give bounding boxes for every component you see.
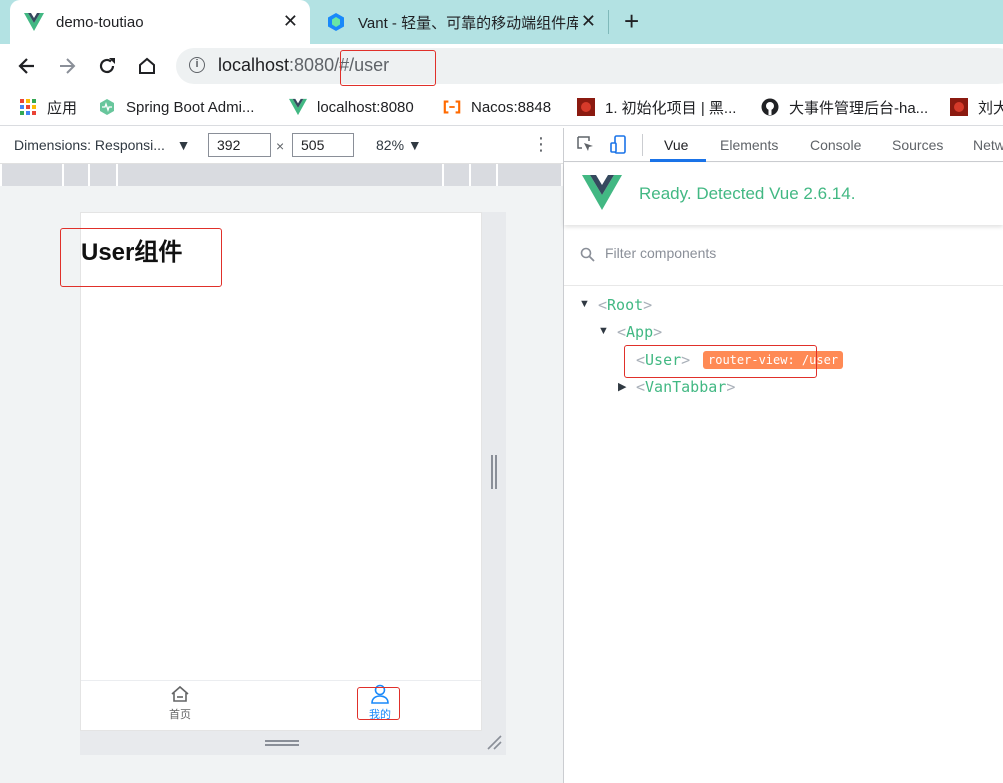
tree-node-vantabbar[interactable]: <VanTabbar> bbox=[636, 378, 735, 396]
inspect-element-icon[interactable] bbox=[576, 135, 596, 155]
tab-title: Vant - 轻量、可靠的移动端组件库 bbox=[358, 14, 578, 32]
bookmark-label: Spring Boot Admi... bbox=[126, 98, 255, 116]
close-tab-icon[interactable]: ✕ bbox=[283, 12, 298, 30]
devtools-divider bbox=[642, 134, 643, 156]
annotation-highlight-url bbox=[340, 50, 436, 86]
bookmark-label: 1. 初始化项目 | 黑... bbox=[605, 99, 737, 117]
bookmark-label: localhost:8080 bbox=[317, 98, 414, 116]
forward-button[interactable] bbox=[54, 53, 80, 79]
back-button[interactable] bbox=[14, 53, 40, 79]
van-tabbar bbox=[81, 680, 481, 730]
home-icon bbox=[139, 57, 155, 74]
bookmark-label: Nacos:8848 bbox=[471, 98, 552, 116]
devtools-tab-sources[interactable]: Sources bbox=[892, 137, 943, 153]
device-width-input[interactable]: 392 bbox=[208, 133, 271, 157]
active-tab-indicator bbox=[650, 159, 706, 162]
home-button[interactable] bbox=[134, 53, 160, 79]
tabbar-label: 首页 bbox=[169, 709, 191, 721]
tree-node-root[interactable]: <Root> bbox=[598, 296, 652, 314]
device-frame bbox=[80, 212, 482, 731]
vue-logo-icon bbox=[289, 98, 307, 116]
resize-corner-icon[interactable] bbox=[486, 734, 502, 750]
apps-grid-icon bbox=[20, 99, 36, 115]
vue-logo-icon bbox=[582, 175, 622, 210]
zoom-select[interactable]: 82% ▼ bbox=[376, 137, 422, 153]
reload-icon bbox=[99, 58, 115, 74]
bookmark-liu[interactable]: 刘大 bbox=[950, 96, 1003, 118]
nacos-icon bbox=[443, 100, 461, 114]
bookmark-label: 大事件管理后台-ha... bbox=[789, 99, 929, 117]
reload-button[interactable] bbox=[94, 53, 120, 79]
bookmark-label: 刘大 bbox=[978, 99, 1003, 117]
devtools-tab-console[interactable]: Console bbox=[810, 137, 861, 153]
resize-handle-right[interactable] bbox=[491, 455, 497, 489]
vant-logo-icon bbox=[328, 13, 344, 31]
collapse-caret-icon[interactable]: ▶ bbox=[618, 380, 626, 393]
arrow-right-icon bbox=[60, 58, 76, 74]
device-height-input[interactable]: 505 bbox=[292, 133, 354, 157]
dimension-times: × bbox=[276, 138, 285, 154]
tree-node-app[interactable]: <App> bbox=[617, 323, 662, 341]
devtools-tab-network[interactable]: Netw bbox=[973, 137, 1003, 153]
spring-boot-admin-icon bbox=[100, 99, 114, 115]
heima-icon bbox=[577, 98, 595, 116]
vue-logo-icon bbox=[24, 13, 44, 31]
device-toggle-icon[interactable] bbox=[609, 135, 629, 155]
search-icon bbox=[580, 247, 595, 262]
more-options-icon[interactable]: ⋮ bbox=[532, 135, 550, 153]
bookmark-apps[interactable]: 应用 bbox=[19, 96, 77, 118]
home-icon bbox=[171, 685, 189, 702]
bookmark-spring-boot-admin[interactable]: Spring Boot Admi... bbox=[98, 96, 254, 118]
bookmark-label: 应用 bbox=[47, 99, 78, 117]
dimensions-select[interactable]: Dimensions: Responsi... ▼ bbox=[14, 137, 190, 153]
resize-handle-bottom[interactable] bbox=[265, 740, 299, 746]
bookmark-localhost[interactable]: localhost:8080 bbox=[289, 96, 414, 118]
arrow-left-icon bbox=[18, 58, 34, 74]
annotation-highlight-user-node bbox=[624, 345, 817, 378]
devtools-tab-vue[interactable]: Vue bbox=[664, 137, 688, 153]
tab-separator bbox=[608, 10, 609, 34]
close-tab-icon[interactable]: ✕ bbox=[581, 12, 596, 30]
expand-caret-icon[interactable]: ▼ bbox=[598, 325, 609, 337]
media-query-ruler[interactable] bbox=[2, 164, 561, 186]
vue-ready-text: Ready. Detected Vue 2.6.14. bbox=[639, 184, 856, 203]
site-info-icon[interactable]: i bbox=[189, 57, 205, 73]
bookmark-big-event[interactable]: 大事件管理后台-ha... bbox=[761, 96, 928, 118]
browser-tab-inactive[interactable]: Vant - 轻量、可靠的移动端组件库 ✕ bbox=[318, 0, 608, 44]
tab-title: demo-toutiao bbox=[56, 13, 144, 31]
heima-icon bbox=[950, 98, 968, 116]
devtools-tab-elements[interactable]: Elements bbox=[720, 137, 778, 153]
annotation-highlight-tab bbox=[357, 687, 400, 720]
new-tab-button[interactable]: + bbox=[624, 8, 639, 34]
bookmark-nacos[interactable]: Nacos:8848 bbox=[443, 96, 551, 118]
expand-caret-icon[interactable]: ▼ bbox=[579, 298, 590, 310]
annotation-highlight-title bbox=[60, 228, 222, 287]
devtools-panel bbox=[563, 128, 1003, 783]
tabbar-item-home[interactable]: 首页 bbox=[150, 684, 210, 722]
bookmark-heima-init[interactable]: 1. 初始化项目 | 黑... bbox=[577, 96, 736, 118]
filter-input[interactable]: Filter components bbox=[605, 245, 716, 261]
browser-tab-active[interactable]: demo-toutiao ✕ bbox=[10, 0, 310, 44]
github-icon bbox=[761, 98, 779, 116]
